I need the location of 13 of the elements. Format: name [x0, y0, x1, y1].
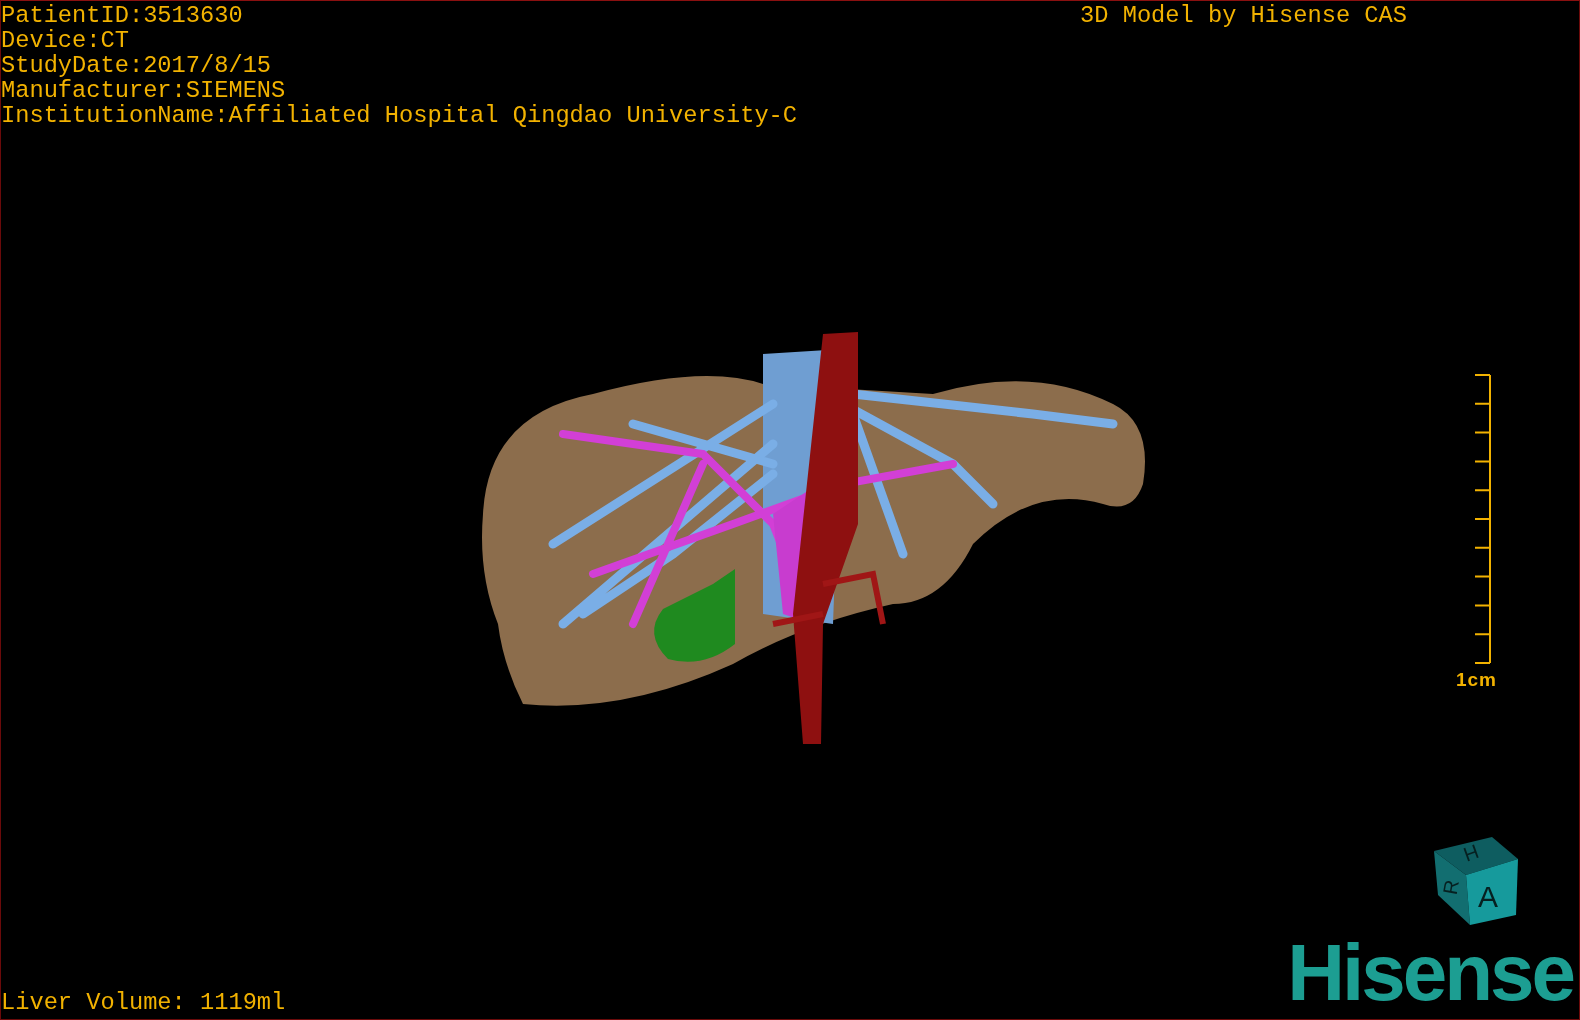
patient-info-line: InstitutionName:Affiliated Hospital Qingdao University-C: [1, 103, 798, 128]
cube-face-label: A: [1478, 880, 1498, 913]
liver-volume: Liver Volume: 1119ml: [1, 990, 286, 1015]
patient-info-line: PatientID:3513630: [1, 3, 244, 28]
model-credit: 3D Model by Hisense CAS: [1080, 3, 1407, 28]
orientation-cube-drawing[interactable]: H R A: [1426, 835, 1521, 927]
cube-face-label: R: [1438, 878, 1464, 897]
patient-info-line: Manufacturer:SIEMENS: [1, 78, 287, 103]
scale-label: 1cm: [1455, 669, 1497, 691]
logo: Hisense: [1287, 933, 1575, 1013]
cube-face-label: H: [1460, 840, 1482, 866]
patient-info-line: Device:CT: [1, 28, 130, 53]
patient-info-line: StudyDate:2017/8/15: [1, 53, 273, 78]
